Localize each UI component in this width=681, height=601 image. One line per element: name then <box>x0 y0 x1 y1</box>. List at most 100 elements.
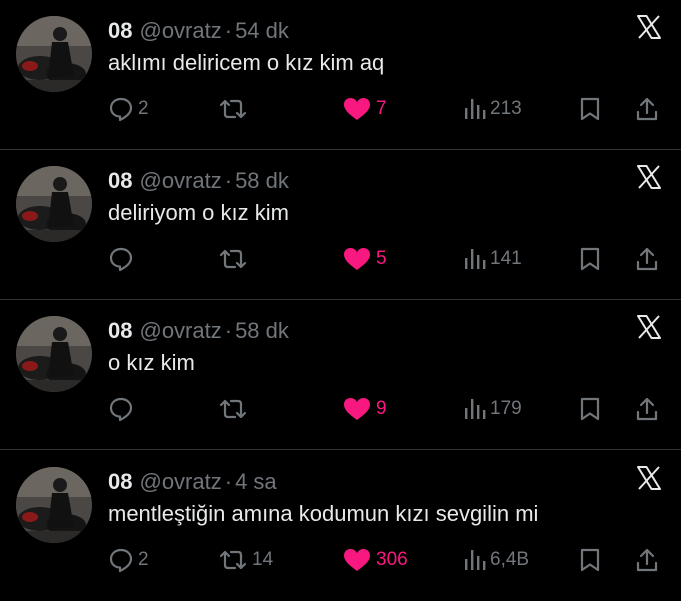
display-name[interactable]: 08 <box>108 469 132 494</box>
like-button[interactable]: 9 <box>342 392 387 426</box>
like-count: 9 <box>376 398 387 419</box>
views-count: 179 <box>490 398 522 419</box>
retweet-button[interactable] <box>218 392 252 426</box>
heart-icon <box>344 98 370 120</box>
action-bar: 9 179 <box>0 392 681 426</box>
avatar[interactable] <box>16 166 92 242</box>
avatar-photo <box>16 166 92 242</box>
heart-icon <box>344 398 370 420</box>
heart-icon <box>344 549 370 571</box>
tweet[interactable]: 08 @ovratz · 58 dk deliriyom o kız kim 5… <box>0 150 681 300</box>
separator-dot: · <box>224 18 233 43</box>
username[interactable]: @ovratz <box>139 168 221 193</box>
like-button[interactable]: 306 <box>342 543 408 577</box>
action-bar: 5 141 <box>0 242 681 276</box>
like-count: 7 <box>376 98 387 119</box>
views-count: 141 <box>490 248 522 269</box>
share-icon <box>636 397 658 421</box>
tweet-header: 08 @ovratz · 54 dk <box>108 18 289 44</box>
x-close-icon[interactable] <box>636 164 662 190</box>
display-name[interactable]: 08 <box>108 168 132 193</box>
like-count: 306 <box>376 549 408 570</box>
tweet-header: 08 @ovratz · 4 sa <box>108 469 277 495</box>
reply-count: 2 <box>138 98 149 119</box>
reply-button[interactable] <box>108 392 138 426</box>
bookmark-button[interactable] <box>578 392 602 426</box>
x-close-icon[interactable] <box>636 314 662 340</box>
reply-button[interactable]: 2 <box>108 92 149 126</box>
reply-button[interactable]: 2 <box>108 543 149 577</box>
tweet-text: o kız kim <box>108 350 195 375</box>
views-count: 6,4B <box>490 549 530 570</box>
username[interactable]: @ovratz <box>139 469 221 494</box>
views-chart-icon <box>465 99 486 119</box>
avatar[interactable] <box>16 16 92 92</box>
reply-icon <box>109 247 133 272</box>
separator-dot: · <box>224 318 233 343</box>
avatar-photo <box>16 316 92 392</box>
share-button[interactable] <box>634 392 660 426</box>
timestamp[interactable]: 4 sa <box>235 469 277 494</box>
share-icon <box>636 247 658 271</box>
heart-icon <box>344 248 370 270</box>
reply-button[interactable] <box>108 242 138 276</box>
reply-icon <box>109 97 133 122</box>
tweet[interactable]: 08 @ovratz · 4 sa mentleştiğin amına kodumu… <box>0 451 681 601</box>
share-button[interactable] <box>634 543 660 577</box>
share-button[interactable] <box>634 242 660 276</box>
bookmark-button[interactable] <box>578 242 602 276</box>
reply-icon <box>109 397 133 422</box>
action-bar: 2 14 306 6,4B <box>0 543 681 577</box>
retweet-icon <box>219 399 247 419</box>
tweet-feed: 08 @ovratz · 54 dk aklımı deliricem o kız k… <box>0 0 681 591</box>
tweet-header: 08 @ovratz · 58 dk <box>108 318 289 344</box>
avatar[interactable] <box>16 467 92 543</box>
retweet-icon <box>219 99 247 119</box>
tweet[interactable]: 08 @ovratz · 54 dk aklımı deliricem o kız k… <box>0 0 681 150</box>
views-chart-icon <box>465 399 486 419</box>
tweet-text: deliriyom o kız kim <box>108 200 289 225</box>
bookmark-button[interactable] <box>578 543 602 577</box>
bookmark-icon <box>580 247 600 271</box>
views-count: 213 <box>490 98 522 119</box>
views-chart-icon <box>465 550 486 570</box>
tweet-text: aklımı deliricem o kız kim aq <box>108 50 385 75</box>
username[interactable]: @ovratz <box>139 18 221 43</box>
like-count: 5 <box>376 248 387 269</box>
display-name[interactable]: 08 <box>108 18 132 43</box>
avatar-photo <box>16 16 92 92</box>
avatar[interactable] <box>16 316 92 392</box>
views-button[interactable]: 213 <box>462 92 522 126</box>
like-button[interactable]: 5 <box>342 242 387 276</box>
x-close-icon[interactable] <box>636 14 662 40</box>
separator-dot: · <box>224 469 233 494</box>
separator-dot: · <box>224 168 233 193</box>
bookmark-icon <box>580 397 600 421</box>
share-icon <box>636 97 658 121</box>
retweet-button[interactable] <box>218 242 252 276</box>
x-close-icon[interactable] <box>636 465 662 491</box>
display-name[interactable]: 08 <box>108 318 132 343</box>
views-button[interactable]: 141 <box>462 242 522 276</box>
bookmark-icon <box>580 97 600 121</box>
timestamp[interactable]: 54 dk <box>235 18 289 43</box>
bookmark-button[interactable] <box>578 92 602 126</box>
timestamp[interactable]: 58 dk <box>235 318 289 343</box>
views-button[interactable]: 6,4B <box>462 543 529 577</box>
share-icon <box>636 548 658 572</box>
timestamp[interactable]: 58 dk <box>235 168 289 193</box>
retweet-icon <box>219 550 247 570</box>
username[interactable]: @ovratz <box>139 318 221 343</box>
retweet-button[interactable] <box>218 92 252 126</box>
reply-count: 2 <box>138 549 149 570</box>
retweet-icon <box>219 249 247 269</box>
bookmark-icon <box>580 548 600 572</box>
retweet-count: 14 <box>252 549 274 570</box>
reply-icon <box>109 548 133 573</box>
action-bar: 2 7 213 <box>0 92 681 126</box>
tweet[interactable]: 08 @ovratz · 58 dk o kız kim 9 179 <box>0 300 681 450</box>
like-button[interactable]: 7 <box>342 92 387 126</box>
retweet-button[interactable]: 14 <box>218 543 273 577</box>
views-button[interactable]: 179 <box>462 392 522 426</box>
share-button[interactable] <box>634 92 660 126</box>
